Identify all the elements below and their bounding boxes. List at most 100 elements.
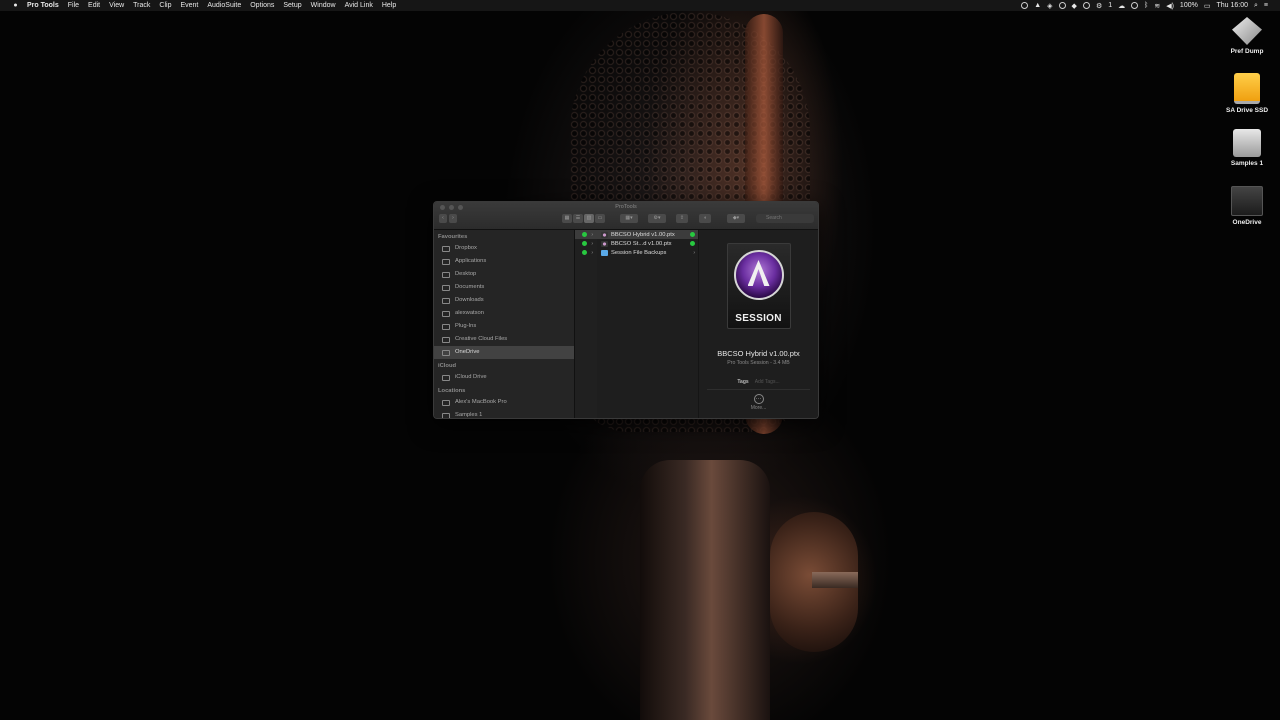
apple-icon[interactable]: ● bbox=[10, 2, 21, 9]
more-button[interactable]: More... bbox=[699, 405, 818, 411]
notification-badge[interactable]: 1 bbox=[1108, 2, 1112, 9]
desktop-icon-pref-dump[interactable]: Pref Dump bbox=[1217, 17, 1277, 55]
sidebar-header-icloud: iCloud bbox=[438, 363, 457, 369]
external-drive-icon bbox=[1234, 73, 1260, 104]
chevron-right-icon: › bbox=[591, 240, 593, 247]
column-view-button[interactable]: ▥ bbox=[584, 214, 594, 223]
sidebar-item-creative-cloud[interactable]: Creative Cloud Files bbox=[434, 333, 574, 346]
menu-audiosuite[interactable]: AudioSuite bbox=[207, 2, 241, 9]
icon-view-button[interactable]: ▦ bbox=[562, 214, 572, 223]
menu-edit[interactable]: Edit bbox=[88, 2, 100, 9]
avid-status-icon[interactable] bbox=[1082, 2, 1090, 9]
battery-percent[interactable]: 100% bbox=[1180, 2, 1198, 9]
dropbox-status-icon[interactable]: ◆ bbox=[1072, 2, 1077, 10]
sync-ok-icon bbox=[582, 250, 587, 255]
list-view-button[interactable]: ☰ bbox=[573, 214, 583, 223]
gallery-view-button[interactable]: ▭ bbox=[595, 214, 605, 223]
file-row[interactable]: Session File Backups › bbox=[597, 248, 698, 257]
sidebar-item-plug-ins[interactable]: Plug-Ins bbox=[434, 320, 574, 333]
session-badge-label: SESSION bbox=[735, 313, 782, 324]
group-button[interactable]: ▦▾ bbox=[620, 214, 638, 223]
desktop-icon-label: SA Drive SSD bbox=[1225, 107, 1269, 114]
sidebar-item-label: iCloud Drive bbox=[455, 374, 487, 380]
spotlight-icon[interactable]: ⌕ bbox=[1254, 2, 1258, 10]
hard-drive-icon bbox=[442, 412, 450, 418]
record-status-icon[interactable] bbox=[1021, 2, 1029, 9]
menu-event[interactable]: Event bbox=[180, 2, 198, 9]
sidebar-item-documents[interactable]: Documents bbox=[434, 281, 574, 294]
status-row[interactable]: › bbox=[575, 248, 597, 257]
dropbox-toolbar-button[interactable]: ◆▾ bbox=[727, 214, 745, 223]
sidebar: Favourites Dropbox Applications Desktop … bbox=[434, 230, 575, 418]
sidebar-item-icloud-drive[interactable]: iCloud Drive bbox=[434, 371, 574, 384]
time-machine-icon[interactable] bbox=[1131, 2, 1139, 9]
back-button[interactable]: ‹ bbox=[439, 214, 447, 223]
upload-status-icon[interactable]: ▲ bbox=[1034, 2, 1041, 9]
sidebar-item-label: Documents bbox=[455, 284, 485, 290]
status-row[interactable]: › bbox=[575, 230, 597, 239]
wifi-icon[interactable]: ≋ bbox=[1154, 2, 1160, 10]
clock[interactable]: Thu 16:00 bbox=[1216, 2, 1248, 9]
file-name: Session File Backups bbox=[611, 249, 667, 256]
sync-ok-icon bbox=[690, 241, 695, 246]
menu-clip[interactable]: Clip bbox=[159, 2, 171, 9]
file-row[interactable]: BBCSO Hybrid v1.00.ptx bbox=[597, 230, 698, 239]
applications-icon bbox=[442, 258, 450, 265]
add-tags-field[interactable]: Add Tags... bbox=[755, 379, 780, 385]
folder-icon bbox=[442, 323, 450, 330]
downloads-icon bbox=[442, 297, 450, 304]
onedrive-status-icon[interactable]: ☁ bbox=[1118, 2, 1125, 10]
more-icon[interactable]: … bbox=[753, 394, 764, 404]
sidebar-item-dropbox[interactable]: Dropbox bbox=[434, 242, 574, 255]
sidebar-item-downloads[interactable]: Downloads bbox=[434, 294, 574, 307]
menu-track[interactable]: Track bbox=[133, 2, 150, 9]
creative-cloud-status-icon[interactable] bbox=[1058, 2, 1066, 9]
sidebar-item-onedrive[interactable]: OneDrive bbox=[434, 346, 574, 359]
tags-button[interactable]: ◖ bbox=[699, 214, 711, 223]
microphone-screw bbox=[812, 572, 858, 588]
menu-avid-link[interactable]: Avid Link bbox=[345, 2, 373, 9]
menu-app-name[interactable]: Pro Tools bbox=[27, 2, 59, 9]
sidebar-item-label: Plug-Ins bbox=[455, 323, 477, 329]
sidebar-item-desktop[interactable]: Desktop bbox=[434, 268, 574, 281]
sidebar-item-label: Creative Cloud Files bbox=[455, 336, 508, 342]
sidebar-item-home[interactable]: alexwatson bbox=[434, 307, 574, 320]
desktop-icon bbox=[442, 271, 450, 278]
menu-file[interactable]: File bbox=[68, 2, 79, 9]
search-field[interactable]: Search bbox=[756, 214, 814, 223]
menu-extra-icon[interactable]: ⚙ bbox=[1096, 2, 1102, 10]
sync-status-icon[interactable]: ◈ bbox=[1047, 2, 1052, 10]
sidebar-item-label: Alex's MacBook Pro bbox=[455, 399, 507, 405]
sidebar-item-applications[interactable]: Applications bbox=[434, 255, 574, 268]
status-row[interactable]: › bbox=[575, 239, 597, 248]
file-row[interactable]: BBCSO St...d v1.00.ptx bbox=[597, 239, 698, 248]
forward-button[interactable]: › bbox=[449, 214, 457, 223]
preview-file-name: BBCSO Hybrid v1.00.ptx bbox=[717, 349, 800, 358]
menu-window[interactable]: Window bbox=[311, 2, 336, 9]
menu-help[interactable]: Help bbox=[382, 2, 396, 9]
sidebar-item-samples-1[interactable]: Samples 1 bbox=[434, 409, 574, 418]
sidebar-item-macbook[interactable]: Alex's MacBook Pro bbox=[434, 396, 574, 409]
desktop-icon-onedrive[interactable]: OneDrive bbox=[1217, 186, 1277, 226]
volume-icon[interactable]: ◀) bbox=[1166, 2, 1174, 10]
battery-icon[interactable]: ▭ bbox=[1204, 2, 1211, 10]
dropbox-icon bbox=[442, 245, 450, 252]
menu-view[interactable]: View bbox=[109, 2, 124, 9]
bluetooth-icon[interactable]: ᛒ bbox=[1144, 2, 1148, 9]
sync-ok-icon bbox=[582, 232, 587, 237]
notification-center-icon[interactable]: ≡ bbox=[1264, 2, 1268, 9]
menu-options[interactable]: Options bbox=[250, 2, 274, 9]
sidebar-item-label: Dropbox bbox=[455, 245, 477, 251]
menu-setup[interactable]: Setup bbox=[283, 2, 301, 9]
folder-icon bbox=[601, 249, 608, 256]
file-name: BBCSO St...d v1.00.ptx bbox=[611, 240, 672, 247]
share-button[interactable]: ⇪ bbox=[676, 214, 688, 223]
desktop-icon-sa-drive-ssd[interactable]: SA Drive SSD bbox=[1217, 73, 1277, 114]
sidebar-item-label: Downloads bbox=[455, 297, 484, 303]
sidebar-item-label: alexwatson bbox=[455, 310, 485, 316]
desktop-icon-samples-1[interactable]: Samples 1 bbox=[1217, 129, 1277, 167]
title-bar[interactable]: ProTools ‹ › ▦ ☰ ▥ ▭ ▦▾ ⚙▾ ⇪ ◖ ◆▾ Search bbox=[434, 202, 818, 230]
menu-bar: ● Pro Tools File Edit View Track Clip Ev… bbox=[0, 0, 1280, 11]
preview-divider bbox=[707, 389, 810, 390]
action-gear-button[interactable]: ⚙▾ bbox=[648, 214, 666, 223]
